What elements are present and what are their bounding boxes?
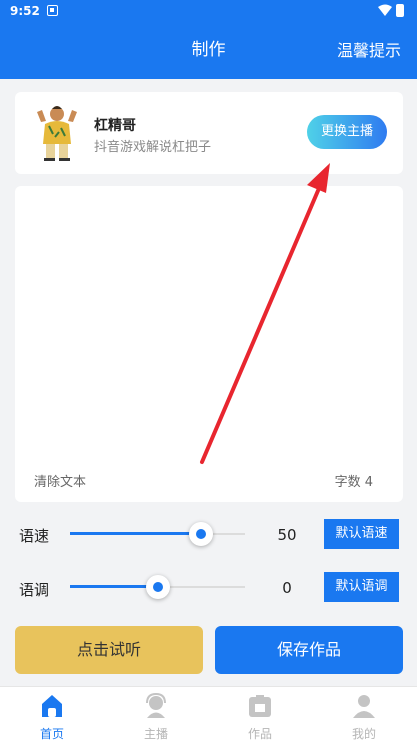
clear-text-button[interactable]: 清除文本 [34, 471, 86, 490]
pitch-thumb[interactable] [145, 575, 170, 599]
status-time: 9:52 [10, 4, 40, 18]
anchor-name: 杠精哥 [94, 118, 136, 134]
tab-works-label: 作品 [247, 727, 272, 741]
bottom-tab-bar: 首页 主播 作品 我的 [0, 686, 417, 748]
save-work-button[interactable]: 保存作品 [215, 626, 403, 674]
works-icon [249, 695, 271, 717]
pitch-fill [70, 585, 158, 588]
tab-anchor-label: 主播 [143, 727, 168, 741]
anchor-card: 杠精哥 抖音游戏解说杠把子 更换主播 [15, 92, 403, 174]
tab-anchor[interactable]: 主播 [104, 687, 208, 748]
default-pitch-button[interactable]: 默认语调 [324, 572, 399, 602]
notification-icon [47, 5, 58, 16]
pitch-label: 语调 [19, 581, 50, 599]
preview-button[interactable]: 点击试听 [15, 626, 203, 674]
tab-profile-label: 我的 [351, 727, 376, 741]
speed-thumb[interactable] [189, 522, 214, 546]
default-speed-button[interactable]: 默认语速 [324, 519, 399, 549]
char-count: 字数 4 [334, 475, 373, 490]
anchor-description: 抖音游戏解说杠把子 [94, 140, 212, 155]
app-bar: 制作 温馨提示 [0, 22, 417, 79]
pitch-value: 0 [282, 579, 292, 597]
text-editor[interactable]: 清除文本 字数 4 [15, 186, 403, 502]
tab-home[interactable]: 首页 [0, 687, 104, 748]
tab-works[interactable]: 作品 [208, 687, 312, 748]
profile-icon [353, 695, 375, 718]
wifi-icon [378, 4, 392, 16]
tab-profile[interactable]: 我的 [312, 687, 416, 748]
speed-fill [70, 532, 202, 535]
anchor-avatar [37, 106, 77, 161]
speed-label: 语速 [19, 527, 50, 545]
home-icon [42, 695, 62, 717]
speed-value: 50 [277, 526, 297, 544]
tab-home-label: 首页 [39, 727, 64, 741]
anchor-icon [146, 693, 166, 718]
speed-slider[interactable] [70, 519, 245, 549]
status-bar: 9:52 [0, 0, 417, 22]
battery-icon [396, 4, 404, 17]
pitch-slider[interactable] [70, 572, 245, 602]
tips-button[interactable]: 温馨提示 [337, 22, 401, 79]
switch-anchor-button[interactable]: 更换主播 [307, 115, 387, 149]
